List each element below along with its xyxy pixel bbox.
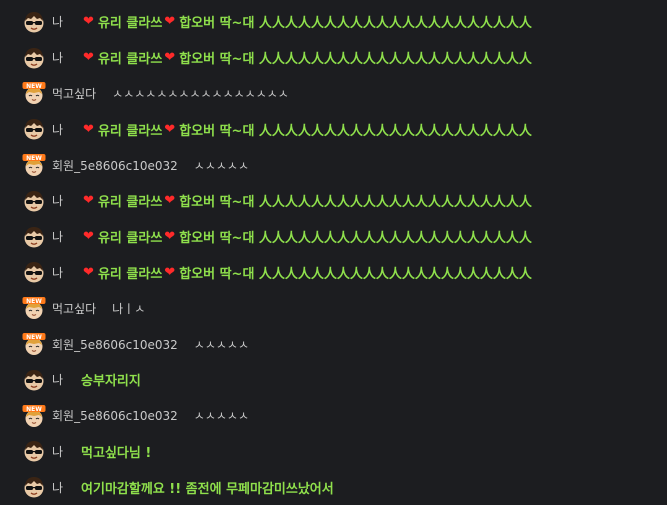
- chat-message: 나 ❤ 유리 클라쓰 ❤ 합오버 딱~대 人人人人人人人人人人人人人人人人人人人…: [0, 219, 667, 255]
- sender-name[interactable]: 나: [52, 121, 63, 138]
- message-text-part1: 유리 클라쓰: [97, 266, 163, 282]
- sender-name[interactable]: 나: [52, 479, 63, 496]
- svg-text:NEW: NEW: [26, 83, 42, 90]
- sunglasses-avatar-icon[interactable]: [22, 189, 46, 213]
- heart-icon: ❤: [164, 193, 176, 209]
- message-text: 여기마감할께요 !! 좀전에 무페마감미쓰났어서: [81, 481, 334, 497]
- message-text-part2: 합오버 딱~대 人人人人人人人人人人人人人人人人人人人人人: [179, 231, 532, 247]
- message-text-part1: 유리 클라쓰: [97, 231, 163, 247]
- chat-message: 나 ❤ 유리 클라쓰 ❤ 합오버 딱~대 人人人人人人人人人人人人人人人人人人人…: [0, 255, 667, 291]
- heart-icon: ❤: [164, 121, 176, 137]
- sender-name[interactable]: 나: [52, 371, 63, 388]
- chat-message: 나 ❤ 유리 클라쓰 ❤ 합오버 딱~대 人人人人人人人人人人人人人人人人人人人…: [0, 40, 667, 76]
- heart-icon: ❤: [83, 14, 94, 30]
- message-text: 나ㅣㅅ: [112, 301, 146, 316]
- sender-name[interactable]: 나: [52, 49, 63, 66]
- new-avatar-icon[interactable]: NEW: [22, 404, 46, 428]
- sender-name[interactable]: 먹고싶다: [52, 300, 96, 317]
- message-text: 먹고싶다님 !: [81, 445, 152, 461]
- chat-message: 나 여기마감할께요 !! 좀전에 무페마감미쓰났어서: [0, 469, 667, 505]
- chat-log: 나 ❤ 유리 클라쓰 ❤ 합오버 딱~대 人人人人人人人人人人人人人人人人人人人…: [0, 0, 667, 503]
- sender-name[interactable]: 나: [52, 264, 63, 281]
- chat-message: 나 ❤ 유리 클라쓰 ❤ 합오버 딱~대 人人人人人人人人人人人人人人人人人人人…: [0, 183, 667, 219]
- sender-name[interactable]: 회원_5e8606c10e032: [52, 336, 178, 353]
- message-text: 승부자리지: [81, 374, 141, 390]
- chat-message: NEW 회원_5e8606c10e032 ㅅㅅㅅㅅㅅ: [0, 147, 667, 183]
- sunglasses-avatar-icon[interactable]: [22, 439, 46, 463]
- message-text-part2: 합오버 딱~대 人人人人人人人人人人人人人人人人人人人人人: [179, 16, 532, 32]
- heart-icon: ❤: [164, 14, 176, 30]
- sender-name[interactable]: 나: [52, 192, 63, 209]
- message-text-part2: 합오버 딱~대 人人人人人人人人人人人人人人人人人人人人人: [179, 266, 532, 282]
- svg-text:NEW: NEW: [26, 405, 42, 412]
- message-text: ㅅㅅㅅㅅㅅ: [193, 409, 249, 424]
- heart-icon: ❤: [83, 121, 94, 137]
- heart-icon: ❤: [83, 264, 94, 280]
- sunglasses-avatar-icon[interactable]: [22, 475, 46, 499]
- message-text: ㅅㅅㅅㅅㅅㅅㅅㅅㅅㅅㅅㅅㅅㅅㅅㅅ: [112, 86, 289, 101]
- sunglasses-avatar-icon[interactable]: [22, 46, 46, 70]
- heart-icon: ❤: [83, 229, 94, 245]
- heart-icon: ❤: [164, 229, 176, 245]
- heart-icon: ❤: [83, 50, 94, 66]
- new-avatar-icon[interactable]: NEW: [22, 81, 46, 105]
- message-text-part1: 유리 클라쓰: [97, 52, 163, 68]
- chat-message: NEW 먹고싶다 ㅅㅅㅅㅅㅅㅅㅅㅅㅅㅅㅅㅅㅅㅅㅅㅅ: [0, 76, 667, 112]
- svg-text:NEW: NEW: [26, 155, 42, 162]
- sender-name[interactable]: 나: [52, 228, 63, 245]
- message-text-part1: 유리 클라쓰: [97, 123, 163, 139]
- sender-name[interactable]: 나: [52, 13, 63, 30]
- chat-message: NEW 회원_5e8606c10e032 ㅅㅅㅅㅅㅅ: [0, 326, 667, 362]
- message-text-part1: 유리 클라쓰: [97, 16, 163, 32]
- sunglasses-avatar-icon[interactable]: [22, 260, 46, 284]
- sunglasses-avatar-icon[interactable]: [22, 10, 46, 34]
- heart-icon: ❤: [83, 193, 94, 209]
- message-text-part2: 합오버 딱~대 人人人人人人人人人人人人人人人人人人人人人: [179, 52, 532, 68]
- sunglasses-avatar-icon[interactable]: [22, 225, 46, 249]
- message-text: ㅅㅅㅅㅅㅅ: [193, 337, 249, 352]
- sunglasses-avatar-icon[interactable]: [22, 368, 46, 392]
- heart-icon: ❤: [164, 264, 176, 280]
- chat-message: NEW 먹고싶다 나ㅣㅅ: [0, 290, 667, 326]
- heart-icon: ❤: [164, 50, 176, 66]
- message-text-part2: 합오버 딱~대 人人人人人人人人人人人人人人人人人人人人人: [179, 123, 532, 139]
- message-text: ㅅㅅㅅㅅㅅ: [193, 158, 249, 173]
- sunglasses-avatar-icon[interactable]: [22, 117, 46, 141]
- sender-name[interactable]: 회원_5e8606c10e032: [52, 157, 178, 174]
- chat-message: NEW 회원_5e8606c10e032 ㅅㅅㅅㅅㅅ: [0, 398, 667, 434]
- svg-text:NEW: NEW: [26, 334, 42, 341]
- message-text-part2: 합오버 딱~대 人人人人人人人人人人人人人人人人人人人人人: [179, 195, 532, 211]
- chat-message: 나 먹고싶다님 !: [0, 434, 667, 470]
- new-avatar-icon[interactable]: NEW: [22, 153, 46, 177]
- chat-message: 나 ❤ 유리 클라쓰 ❤ 합오버 딱~대 人人人人人人人人人人人人人人人人人人人…: [0, 4, 667, 40]
- new-avatar-icon[interactable]: NEW: [22, 332, 46, 356]
- chat-message: 나 승부자리지: [0, 362, 667, 398]
- sender-name[interactable]: 나: [52, 443, 63, 460]
- svg-text:NEW: NEW: [26, 298, 42, 305]
- sender-name[interactable]: 회원_5e8606c10e032: [52, 407, 178, 424]
- sender-name[interactable]: 먹고싶다: [52, 85, 96, 102]
- chat-message: 나 ❤ 유리 클라쓰 ❤ 합오버 딱~대 人人人人人人人人人人人人人人人人人人人…: [0, 111, 667, 147]
- new-avatar-icon[interactable]: NEW: [22, 296, 46, 320]
- message-text-part1: 유리 클라쓰: [97, 195, 163, 211]
